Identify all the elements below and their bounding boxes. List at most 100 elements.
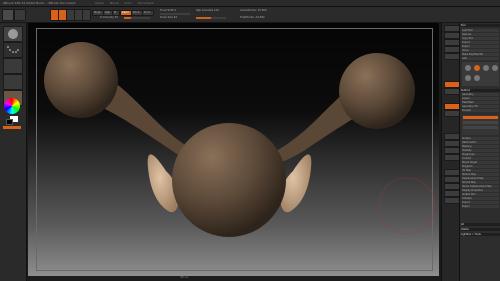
deformation-item[interactable]: Deformation [462, 141, 499, 144]
copy-tool-button[interactable]: Copy Tool [462, 37, 499, 40]
morph-target-item[interactable]: Morph Target [462, 161, 499, 164]
menu-bar: ZBrush 4R5 64 bit/bit Build ... ZBrush D… [0, 0, 500, 7]
preview-item[interactable]: Preview [462, 109, 499, 112]
bpr-button[interactable] [444, 25, 460, 32]
right-sphere [339, 53, 415, 129]
load-tool-button[interactable]: Load Tool [462, 29, 499, 32]
xpose-button[interactable] [444, 197, 460, 204]
vector-displacement-item[interactable]: Vector Displacement Map [462, 185, 499, 188]
geometry-item[interactable]: Geometry [462, 93, 499, 96]
make-polymesh-button[interactable]: Make PolyMesh3D [462, 53, 499, 56]
focal-shift-label: Focal Shift 0 [160, 9, 176, 12]
texture-map-item[interactable]: Texture Map [462, 173, 499, 176]
rgb-intensity-label: Rgb Intensity 100 [196, 9, 219, 12]
mrgb-label: Mrgb [94, 11, 101, 14]
draw-size-label: Draw Size 64 [160, 16, 178, 19]
active-subtool[interactable] [463, 116, 498, 119]
polypaint-item[interactable]: Polypaint [462, 165, 499, 168]
menu-item-alpha[interactable]: Alpha [95, 1, 104, 5]
lightbox-tools-link[interactable]: Lightbox > Tools [461, 233, 500, 236]
texture-thumbnail[interactable] [3, 74, 23, 90]
persp-button[interactable] [444, 81, 460, 88]
masking-item[interactable]: Masking [462, 145, 499, 148]
rgb-label: Rgb [105, 11, 111, 14]
app-title: ZBrush 4R5 64 bit/bit Build ... ZBrush D… [3, 1, 76, 5]
tool-palette-header: Tool [461, 24, 500, 27]
layers-item[interactable]: Layers [462, 97, 499, 100]
total-points-label: TotalPoints: 24,582 [240, 16, 265, 19]
ghost-button[interactable] [444, 183, 460, 190]
geometry-hd-item[interactable]: Geometry HD [462, 105, 499, 108]
menu-item-color[interactable]: Color [124, 1, 132, 5]
alpha-thumbnail[interactable] [3, 58, 23, 74]
zsub-label: Zsub [133, 11, 140, 14]
normal-map-item[interactable]: Normal Map [462, 181, 499, 184]
tool-palette: Tool Load Tool Save As Copy Tool Import … [459, 23, 500, 281]
menu-item-document[interactable]: Document [138, 1, 154, 5]
import-button[interactable]: Import [462, 41, 499, 44]
rotate-mode-button[interactable] [82, 9, 91, 21]
right-shelf [441, 23, 460, 281]
zadd-label: Zadd [122, 11, 129, 14]
sculpt-model[interactable] [28, 23, 439, 276]
head-sphere [172, 123, 286, 237]
dots-stroke-icon [7, 46, 19, 53]
z-intensity-label: Z Intensity 25 [100, 16, 119, 19]
scale-view-button[interactable] [444, 147, 460, 154]
zoom-button[interactable] [444, 46, 460, 53]
tool-thumbnail-icons [465, 65, 498, 81]
displacement-map-item[interactable]: Displacement Map [462, 177, 499, 180]
draw-size-slider[interactable] [196, 17, 226, 19]
stroke-thumbnail[interactable] [3, 42, 23, 58]
polygroups-item[interactable]: Polygroups [462, 153, 499, 156]
goz-button[interactable]: GoZ [462, 57, 499, 60]
zcut-button[interactable]: Zcut [142, 10, 154, 16]
polyf-button[interactable] [444, 169, 460, 176]
export-button[interactable]: Export [462, 45, 499, 48]
save-as-button[interactable]: Save As [462, 33, 499, 36]
uv-map-item[interactable]: UV Map [462, 169, 499, 172]
z-intensity-slider[interactable] [124, 17, 150, 19]
quick-sketch-button[interactable] [14, 9, 26, 21]
subtool-header[interactable]: Subtool [461, 89, 500, 92]
import-item[interactable]: Import [462, 201, 499, 204]
brush-thumbnail[interactable] [3, 26, 23, 42]
transp-button[interactable] [444, 176, 460, 183]
color-picker-wheel[interactable] [4, 98, 20, 114]
subtool-row[interactable] [463, 126, 498, 129]
xyz-button[interactable] [444, 110, 460, 117]
palette-header-2[interactable]: Visible [461, 228, 500, 231]
brush-sphere-icon [8, 29, 18, 39]
floor-button[interactable] [444, 88, 460, 95]
solo-button[interactable] [444, 190, 460, 197]
spix-button[interactable] [444, 32, 460, 39]
palette-header-1[interactable]: All [461, 223, 500, 226]
initialize-item[interactable]: Initialize [462, 197, 499, 200]
subtool-list[interactable] [462, 115, 499, 135]
tool-thumbnails[interactable] [462, 62, 499, 86]
focal-shift-slider[interactable] [160, 13, 190, 15]
secondary-color-swatch[interactable] [6, 119, 13, 125]
move-view-button[interactable] [444, 140, 460, 147]
lightbox-button[interactable] [2, 9, 14, 21]
display-properties-item[interactable]: Display Properties [462, 189, 499, 192]
switch-color-button[interactable] [3, 126, 21, 129]
status-bar: ZBrush [180, 276, 189, 279]
clone-button[interactable]: Clone [462, 49, 499, 52]
visibility-item[interactable]: Visibility [462, 149, 499, 152]
top-toolbar: Mrgb Rgb M Zadd Zsub Zcut Focal Shift 0 … [0, 7, 500, 23]
left-shelf [0, 23, 27, 281]
frame-button[interactable] [444, 133, 460, 140]
rotate-view-button[interactable] [444, 154, 460, 161]
surface-item[interactable]: Surface [462, 137, 499, 140]
local-button[interactable] [444, 103, 460, 110]
subtool-row[interactable] [463, 121, 498, 124]
menu-item-brush[interactable]: Brush [110, 1, 119, 5]
fibermesh-item[interactable]: FiberMesh [462, 101, 499, 104]
scroll-button[interactable] [444, 39, 460, 46]
actual-button[interactable] [444, 53, 460, 60]
contact-item[interactable]: Contact [462, 157, 499, 160]
export-item[interactable]: Export [462, 205, 499, 208]
unified-skin-item[interactable]: Unified Skin [462, 193, 499, 196]
m-label: M [114, 11, 117, 14]
